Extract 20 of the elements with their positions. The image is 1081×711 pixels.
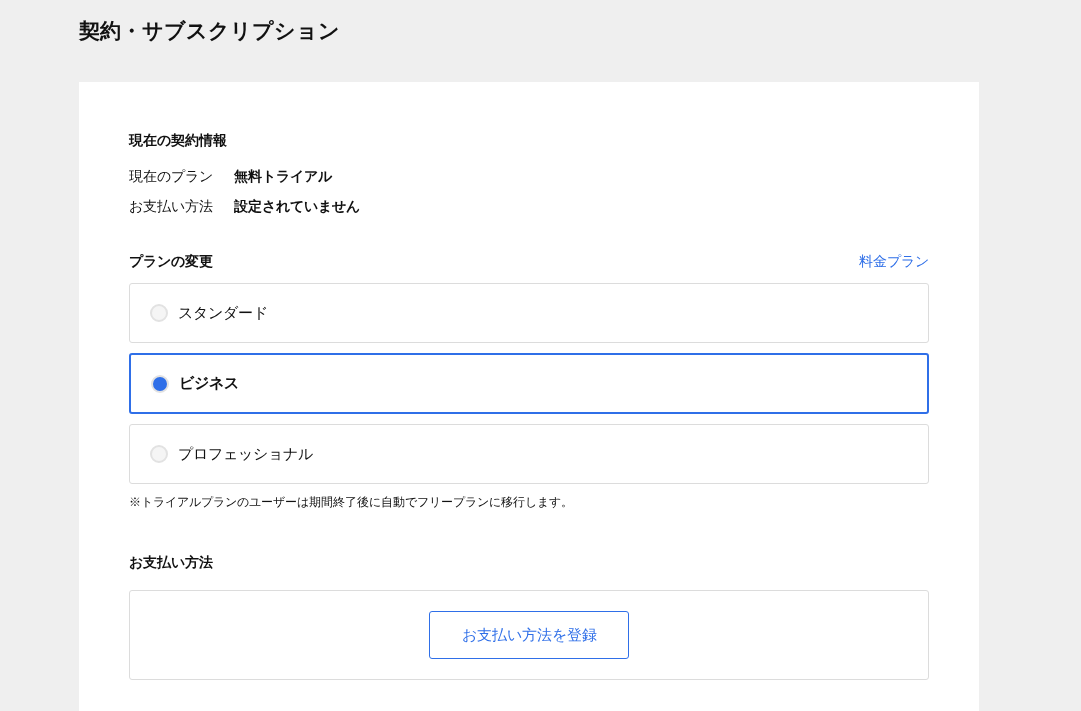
plan-label: スタンダード <box>178 302 268 323</box>
plan-option[interactable]: スタンダード <box>129 283 929 343</box>
info-value: 無料トライアル <box>234 167 332 186</box>
page-title: 契約・サブスクリプション <box>79 18 340 44</box>
register-payment-button[interactable]: お支払い方法を登録 <box>429 611 629 659</box>
section-heading: 現在の契約情報 <box>129 131 227 150</box>
plan-option[interactable]: プロフェッショナル <box>129 424 929 484</box>
plan-label: プロフェッショナル <box>178 443 313 464</box>
section-heading: お支払い方法 <box>129 554 213 570</box>
plan-label: ビジネス <box>179 373 239 394</box>
section-heading: プランの変更 <box>129 252 213 271</box>
info-label: お支払い方法 <box>129 197 214 216</box>
info-value: 設定されていません <box>234 197 360 216</box>
pricing-link[interactable]: 料金プラン <box>859 250 929 272</box>
info-label: 現在のプラン <box>129 167 214 186</box>
plan-option[interactable]: ビジネス <box>129 353 929 414</box>
radio-button[interactable] <box>151 374 169 393</box>
plan-note: ※トライアルプランのユーザーは期間終了後に自動でフリープランに移行します。 <box>129 494 573 511</box>
radio-button[interactable] <box>150 445 168 463</box>
radio-button[interactable] <box>150 304 168 322</box>
